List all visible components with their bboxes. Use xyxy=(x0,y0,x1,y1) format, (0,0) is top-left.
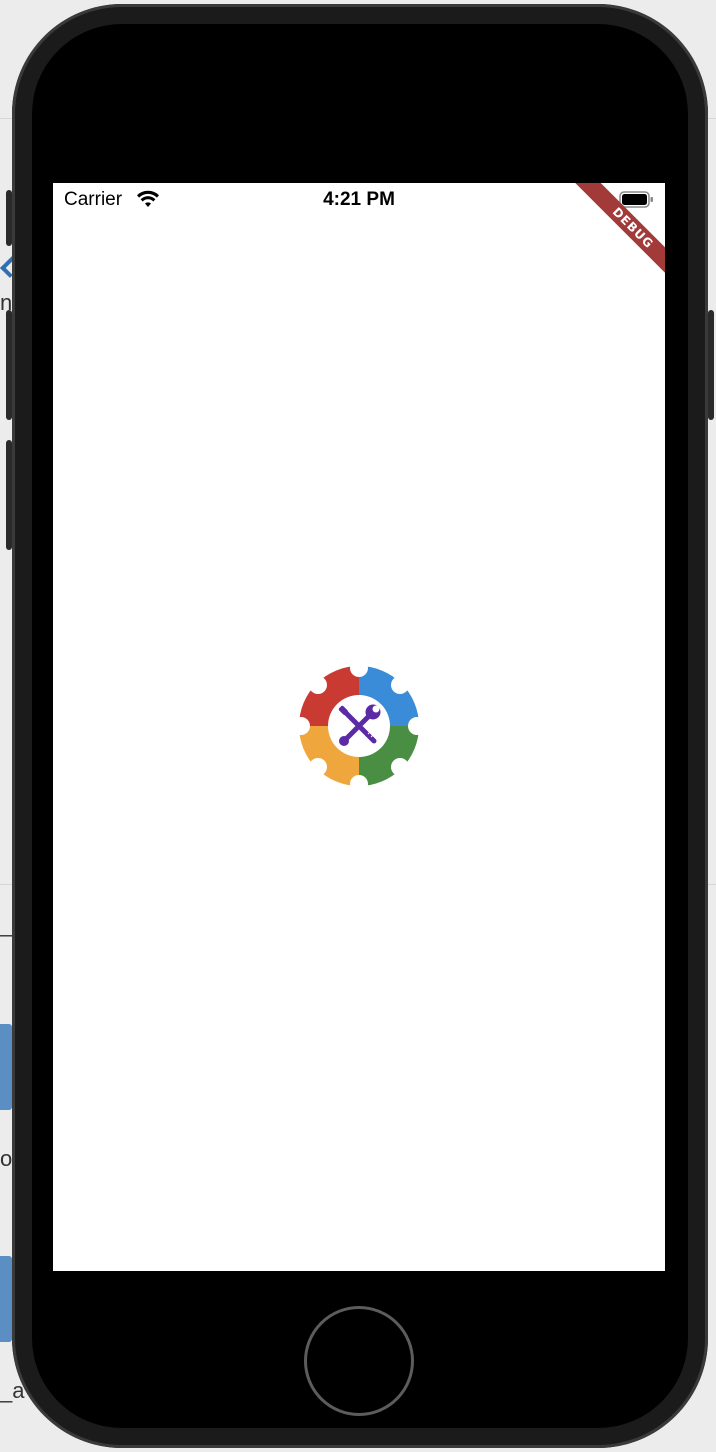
mute-switch xyxy=(6,190,12,246)
volume-up-button xyxy=(6,310,12,420)
desktop-blue-button xyxy=(0,1024,12,1110)
desktop-blue-button xyxy=(0,1256,12,1342)
power-button xyxy=(708,310,714,420)
status-bar: Carrier 4:21 PM xyxy=(53,183,665,217)
gear-tools-logo-icon xyxy=(297,664,421,788)
status-time: 4:21 PM xyxy=(323,189,395,210)
volume-down-button xyxy=(6,440,12,550)
app-screen[interactable]: Carrier 4:21 PM DEBUG xyxy=(53,183,665,1271)
home-button[interactable] xyxy=(304,1306,414,1416)
